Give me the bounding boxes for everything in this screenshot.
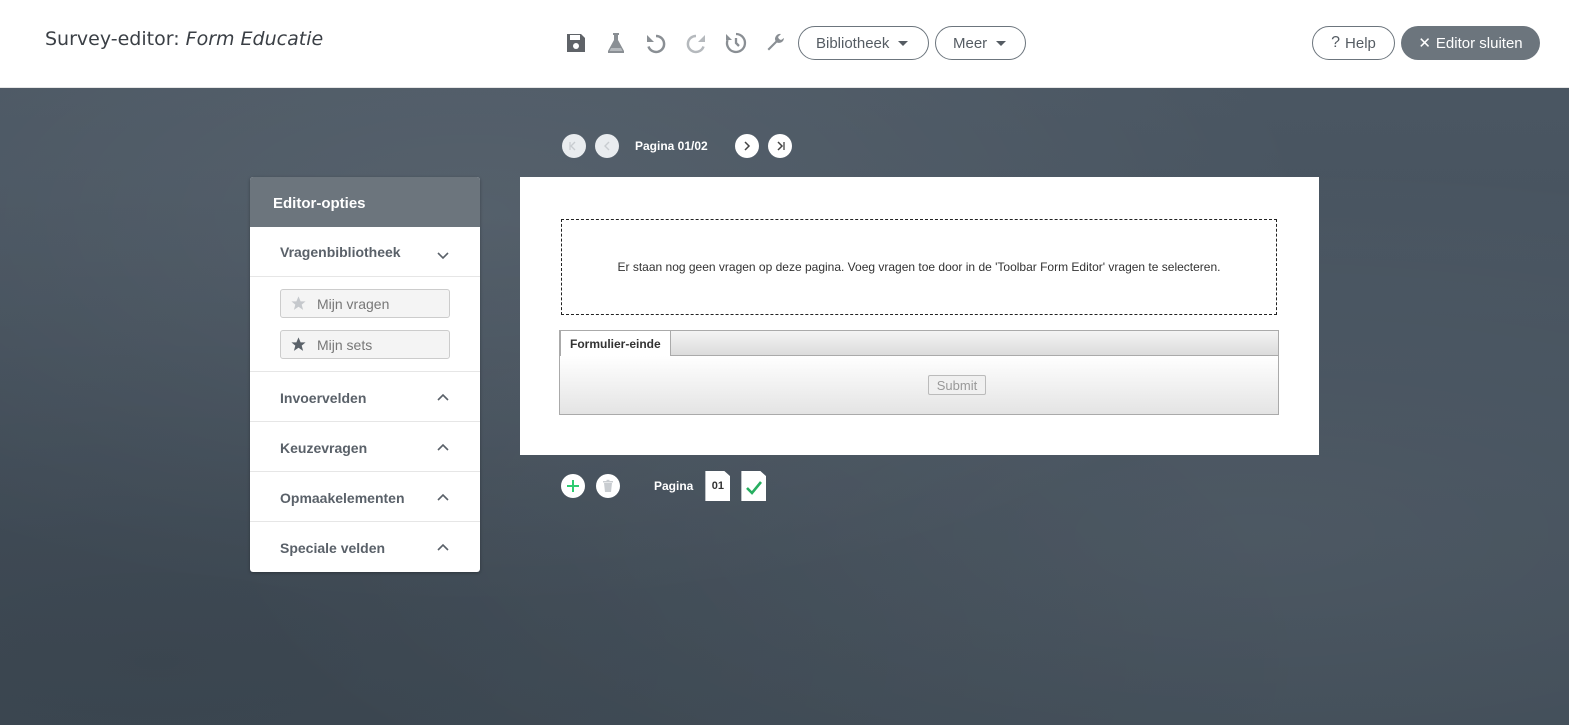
wrench-icon[interactable] bbox=[762, 29, 790, 57]
page-list-label: Pagina bbox=[654, 479, 694, 493]
page-controls: Pagina 01 bbox=[561, 471, 777, 501]
help-label: Help bbox=[1345, 34, 1376, 52]
tab-form-end[interactable]: Formulier-einde bbox=[560, 330, 671, 356]
close-editor-button[interactable]: ✕ Editor sluiten bbox=[1401, 26, 1540, 60]
first-page-button[interactable] bbox=[562, 134, 586, 158]
trash-icon bbox=[603, 479, 613, 492]
section-question-library[interactable]: Vragenbibliotheek bbox=[250, 227, 480, 277]
next-page-button[interactable] bbox=[734, 134, 759, 158]
caret-down-icon bbox=[996, 40, 1007, 46]
add-page-button[interactable] bbox=[561, 474, 585, 498]
section-label: Vragenbibliotheek bbox=[280, 244, 401, 260]
undo-icon[interactable] bbox=[642, 29, 670, 57]
library-label: Bibliotheek bbox=[816, 34, 890, 52]
page-title: Survey-editor: Form Educatie bbox=[45, 28, 323, 50]
form-end-panel: Submit bbox=[559, 356, 1279, 415]
caret-down-icon bbox=[898, 40, 909, 46]
section-input-fields[interactable]: Invoervelden bbox=[250, 372, 480, 422]
page-indicator: Pagina 01/02 bbox=[635, 139, 708, 153]
submit-button[interactable]: Submit bbox=[928, 375, 986, 395]
redo-icon[interactable] bbox=[682, 29, 710, 57]
section-layout-elements[interactable]: Opmaakelementen bbox=[250, 472, 480, 522]
chevron-down-icon bbox=[437, 252, 449, 260]
library-buttons: Mijn vragen Mijn sets bbox=[250, 277, 480, 372]
page-thumbnail-01[interactable]: 01 bbox=[705, 471, 731, 501]
form-canvas: Er staan nog geen vragen op deze pagina.… bbox=[520, 177, 1319, 455]
chevron-up-icon bbox=[437, 443, 449, 451]
close-editor-label: Editor sluiten bbox=[1435, 34, 1523, 52]
delete-page-button[interactable] bbox=[596, 474, 620, 498]
panel-title: Editor-opties bbox=[250, 177, 480, 227]
editor-toolbar bbox=[562, 27, 802, 59]
question-dropzone[interactable]: Er staan nog geen vragen op deze pagina.… bbox=[561, 219, 1277, 315]
section-label: Invoervelden bbox=[280, 390, 367, 406]
chevron-up-icon bbox=[437, 493, 449, 501]
prev-page-button[interactable] bbox=[595, 134, 619, 158]
empty-page-message: Er staan nog geen vragen op deze pagina.… bbox=[617, 260, 1221, 274]
last-page-button[interactable] bbox=[767, 134, 792, 158]
history-icon[interactable] bbox=[722, 29, 750, 57]
page-navigator: Pagina 01/02 bbox=[562, 134, 792, 158]
section-choice-questions[interactable]: Keuzevragen bbox=[250, 422, 480, 472]
title-prefix: Survey-editor: bbox=[45, 28, 186, 50]
checkmark-icon bbox=[745, 481, 762, 495]
my-questions-label: Mijn vragen bbox=[317, 295, 390, 312]
end-page-thumbnail[interactable] bbox=[741, 471, 767, 501]
chevron-up-icon bbox=[437, 393, 449, 401]
flask-icon[interactable] bbox=[602, 29, 630, 57]
chevron-up-icon bbox=[437, 543, 449, 551]
my-sets-button[interactable]: Mijn sets bbox=[280, 330, 450, 359]
form-end-tabbar: Formulier-einde bbox=[559, 330, 1279, 356]
help-button[interactable]: ? Help bbox=[1312, 26, 1395, 60]
plus-icon bbox=[567, 480, 579, 492]
section-special-fields[interactable]: Speciale velden bbox=[250, 522, 480, 572]
form-name: Form Educatie bbox=[185, 28, 324, 50]
star-outline-icon bbox=[291, 296, 306, 310]
my-questions-button[interactable]: Mijn vragen bbox=[280, 289, 450, 318]
close-icon: ✕ bbox=[1418, 35, 1431, 52]
section-label: Speciale velden bbox=[280, 540, 386, 556]
star-icon bbox=[291, 337, 306, 351]
section-label: Opmaakelementen bbox=[280, 490, 405, 506]
section-label: Keuzevragen bbox=[280, 440, 368, 456]
my-sets-label: Mijn sets bbox=[317, 336, 373, 353]
question-icon: ? bbox=[1331, 34, 1341, 51]
library-dropdown[interactable]: Bibliotheek bbox=[798, 26, 929, 60]
save-icon[interactable] bbox=[562, 29, 590, 57]
top-header: Survey-editor: Form Educatie Bibliotheek… bbox=[0, 0, 1569, 88]
more-label: Meer bbox=[953, 34, 988, 52]
more-dropdown[interactable]: Meer bbox=[935, 26, 1026, 60]
editor-options-panel: Editor-opties Vragenbibliotheek Mijn vra… bbox=[250, 177, 480, 572]
